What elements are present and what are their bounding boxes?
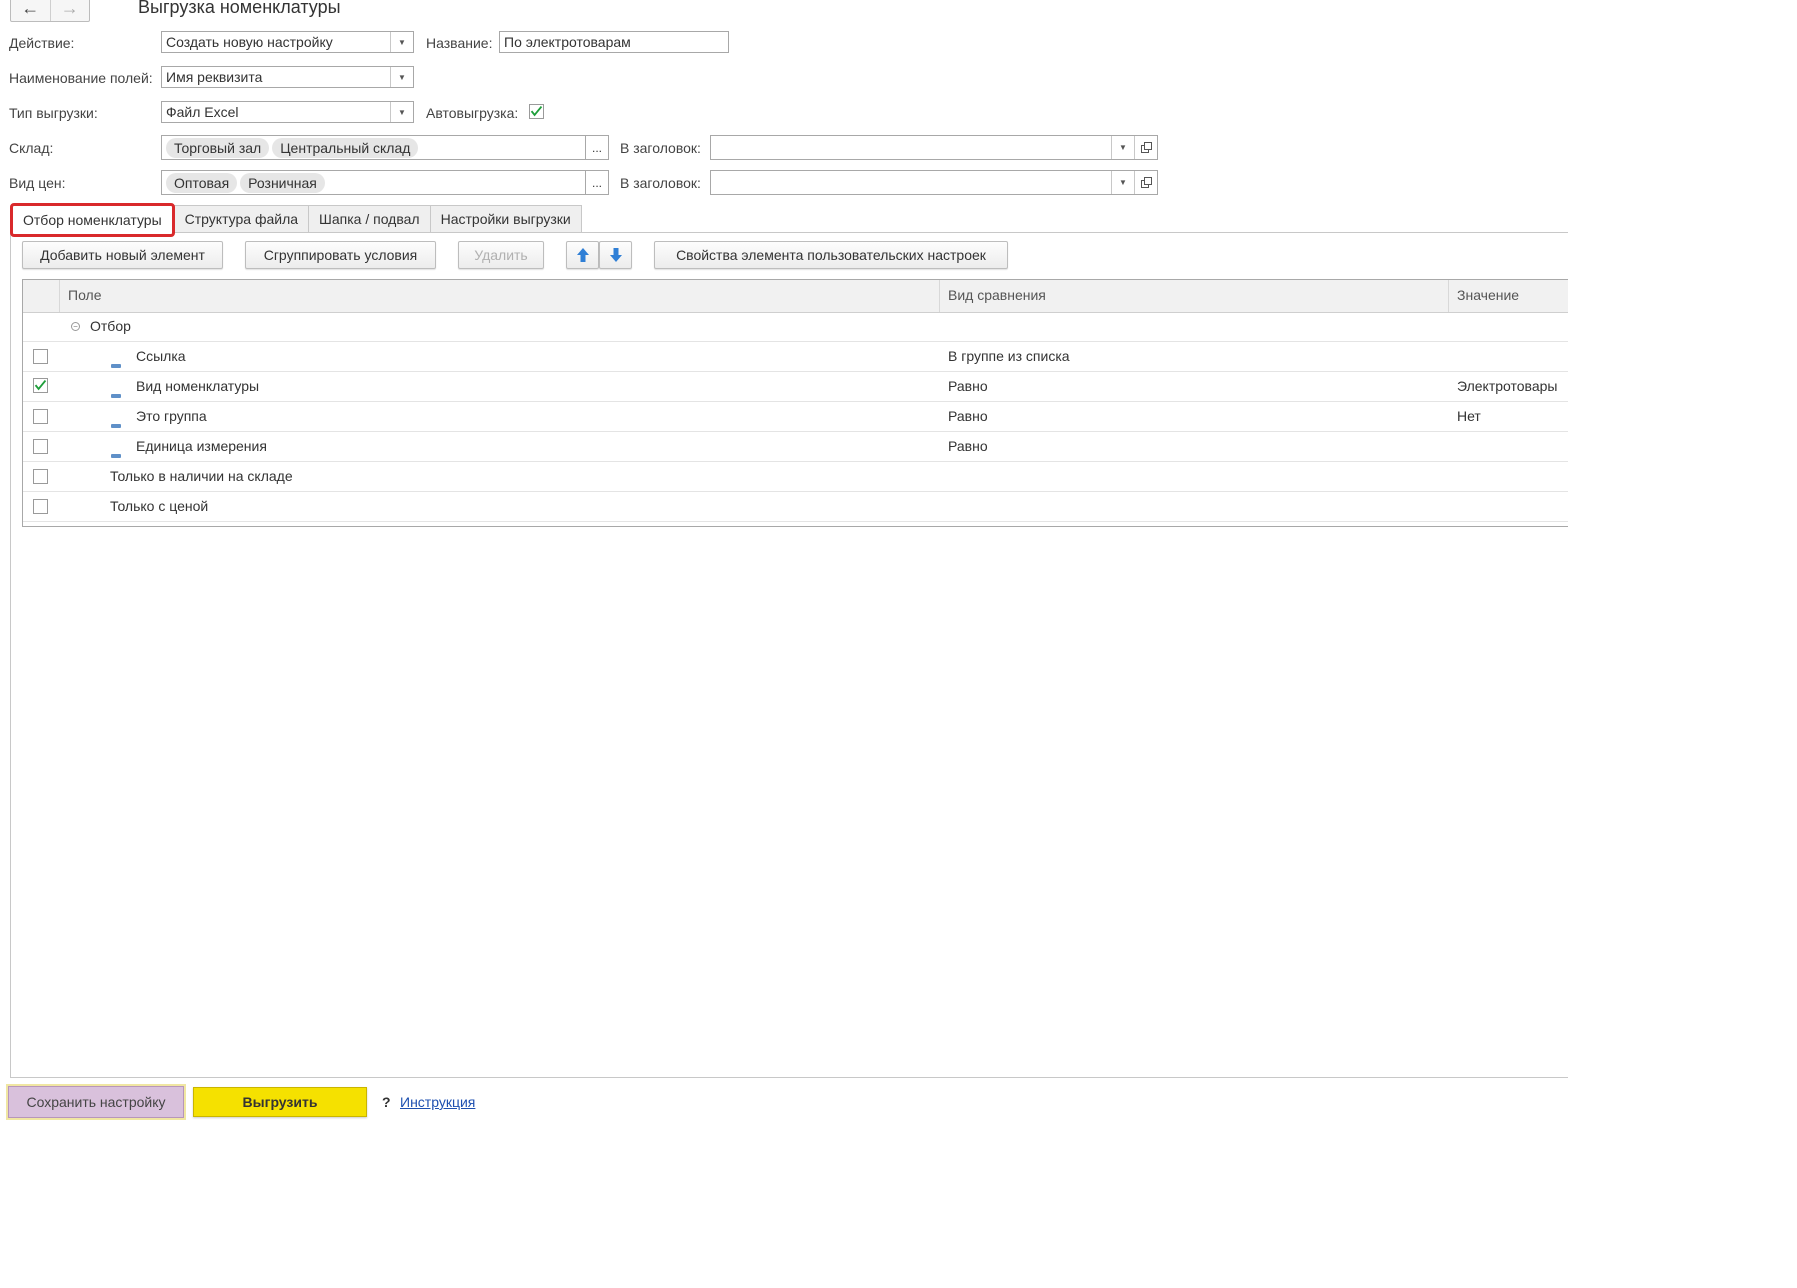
price-type-select-button[interactable]: ... bbox=[586, 170, 609, 195]
price-type-tag[interactable]: Оптовая bbox=[166, 172, 238, 193]
delete-button[interactable]: Удалить bbox=[458, 241, 544, 269]
row-comparison[interactable]: Равно bbox=[948, 372, 988, 401]
row-checkbox[interactable] bbox=[33, 499, 48, 514]
checkmark-icon bbox=[530, 105, 543, 117]
field-naming-select[interactable]: Имя реквизита ▼ bbox=[161, 66, 414, 88]
table-row[interactable]: Это группа Равно Нет bbox=[23, 402, 1568, 432]
navigation-buttons: ← → bbox=[10, 0, 90, 22]
open-window-icon[interactable] bbox=[1134, 136, 1157, 159]
column-header-field[interactable]: Поле bbox=[59, 280, 939, 312]
row-field: Только в наличии на складе bbox=[110, 468, 293, 484]
row-field: Ссылка bbox=[136, 348, 186, 364]
open-window-icon[interactable] bbox=[1134, 171, 1157, 194]
field-naming-label: Наименование полей: bbox=[9, 70, 153, 86]
row-comparison[interactable]: Равно bbox=[948, 432, 988, 461]
column-header-value[interactable]: Значение bbox=[1448, 280, 1578, 312]
column-header-comparison[interactable]: Вид сравнения bbox=[939, 280, 1448, 312]
row-comparison[interactable]: Равно bbox=[948, 402, 988, 431]
row-checkbox[interactable] bbox=[33, 409, 48, 424]
warehouse-select-button[interactable]: ... bbox=[586, 135, 609, 160]
table-header: Поле Вид сравнения Значение bbox=[23, 280, 1568, 313]
row-value[interactable]: Электротовары bbox=[1457, 372, 1557, 401]
export-type-label: Тип выгрузки: bbox=[9, 105, 98, 121]
group-label: Отбор bbox=[90, 318, 131, 334]
warehouse-label: Склад: bbox=[9, 140, 54, 156]
price-type-header-select[interactable]: ▼ bbox=[710, 170, 1158, 195]
auto-export-checkbox[interactable] bbox=[529, 104, 544, 119]
table-row-group[interactable]: − Отбор bbox=[23, 312, 1568, 342]
instruction-link[interactable]: Инструкция bbox=[400, 1094, 475, 1110]
tab-export-settings[interactable]: Настройки выгрузки bbox=[429, 205, 582, 232]
price-type-field[interactable]: Оптовая Розничная bbox=[161, 170, 586, 195]
name-field[interactable]: По электротоварам bbox=[499, 31, 729, 53]
forward-arrow-icon[interactable]: → bbox=[51, 0, 90, 21]
warehouse-tag[interactable]: Торговый зал bbox=[166, 137, 270, 158]
collapse-icon[interactable]: − bbox=[71, 322, 80, 331]
save-settings-button[interactable]: Сохранить настройку bbox=[6, 1084, 186, 1120]
add-element-button[interactable]: Добавить новый элемент bbox=[22, 241, 223, 269]
row-field: Единица измерения bbox=[136, 438, 267, 454]
price-type-header-label: В заголовок: bbox=[620, 175, 701, 191]
warehouse-header-select[interactable]: ▼ bbox=[710, 135, 1158, 160]
field-icon bbox=[111, 364, 121, 368]
row-field: Вид номенклатуры bbox=[136, 378, 260, 394]
auto-export-label: Автовыгрузка: bbox=[426, 105, 519, 121]
export-button[interactable]: Выгрузить bbox=[193, 1087, 367, 1117]
arrow-down-icon bbox=[609, 248, 622, 262]
row-checkbox[interactable] bbox=[33, 469, 48, 484]
warehouse-tag[interactable]: Центральный склад bbox=[272, 137, 419, 158]
price-type-tag[interactable]: Розничная bbox=[240, 172, 325, 193]
field-naming-value: Имя реквизита bbox=[166, 69, 263, 85]
chevron-down-icon[interactable]: ▼ bbox=[1111, 171, 1134, 194]
table-row[interactable]: Ссылка В группе из списка bbox=[23, 342, 1568, 372]
table-row[interactable]: Единица измерения Равно bbox=[23, 432, 1568, 462]
action-label: Действие: bbox=[9, 35, 75, 51]
chevron-down-icon[interactable]: ▼ bbox=[390, 67, 413, 87]
table-row[interactable]: Вид номенклатуры Равно Электротовары bbox=[23, 372, 1568, 402]
field-icon bbox=[111, 424, 121, 428]
tab-file-structure[interactable]: Структура файла bbox=[173, 205, 310, 232]
row-checkbox[interactable] bbox=[33, 439, 48, 454]
row-value[interactable]: Нет bbox=[1457, 402, 1481, 431]
group-conditions-button[interactable]: Сгруппировать условия bbox=[245, 241, 436, 269]
filter-table: Поле Вид сравнения Значение − Отбор Ссыл… bbox=[22, 279, 1568, 527]
row-checkbox[interactable] bbox=[33, 378, 48, 393]
warehouse-field[interactable]: Торговый зал Центральный склад bbox=[161, 135, 586, 160]
row-field: Только с ценой bbox=[110, 498, 209, 514]
action-select-value: Создать новую настройку bbox=[166, 34, 333, 50]
page-title: Выгрузка номенклатуры bbox=[138, 0, 341, 17]
row-field: Это группа bbox=[136, 408, 207, 424]
row-comparison[interactable]: В группе из списка bbox=[948, 342, 1070, 371]
chevron-down-icon[interactable]: ▼ bbox=[390, 32, 413, 52]
tab-nomenclature-filter[interactable]: Отбор номенклатуры bbox=[10, 203, 175, 237]
name-label: Название: bbox=[426, 35, 493, 51]
help-icon: ? bbox=[382, 1094, 391, 1110]
export-type-select[interactable]: Файл Excel ▼ bbox=[161, 101, 414, 123]
table-row[interactable]: Только с ценой bbox=[23, 492, 1568, 522]
field-icon bbox=[111, 394, 121, 398]
price-type-label: Вид цен: bbox=[9, 175, 66, 191]
export-type-value: Файл Excel bbox=[166, 104, 239, 120]
arrow-up-icon bbox=[576, 248, 589, 262]
tab-header-footer[interactable]: Шапка / подвал bbox=[308, 205, 431, 232]
warehouse-header-label: В заголовок: bbox=[620, 140, 701, 156]
chevron-down-icon[interactable]: ▼ bbox=[1111, 136, 1134, 159]
action-select[interactable]: Создать новую настройку ▼ bbox=[161, 31, 414, 53]
field-icon bbox=[111, 454, 121, 458]
row-checkbox[interactable] bbox=[33, 349, 48, 364]
move-down-button[interactable] bbox=[599, 241, 632, 269]
table-row[interactable]: Только в наличии на складе bbox=[23, 462, 1568, 492]
checkmark-icon bbox=[34, 379, 47, 391]
move-up-button[interactable] bbox=[566, 241, 599, 269]
tab-bar: Отбор номенклатуры Структура файла Шапка… bbox=[10, 203, 582, 237]
chevron-down-icon[interactable]: ▼ bbox=[390, 102, 413, 122]
element-properties-button[interactable]: Свойства элемента пользовательских настр… bbox=[654, 241, 1008, 269]
back-arrow-icon[interactable]: ← bbox=[11, 0, 51, 21]
